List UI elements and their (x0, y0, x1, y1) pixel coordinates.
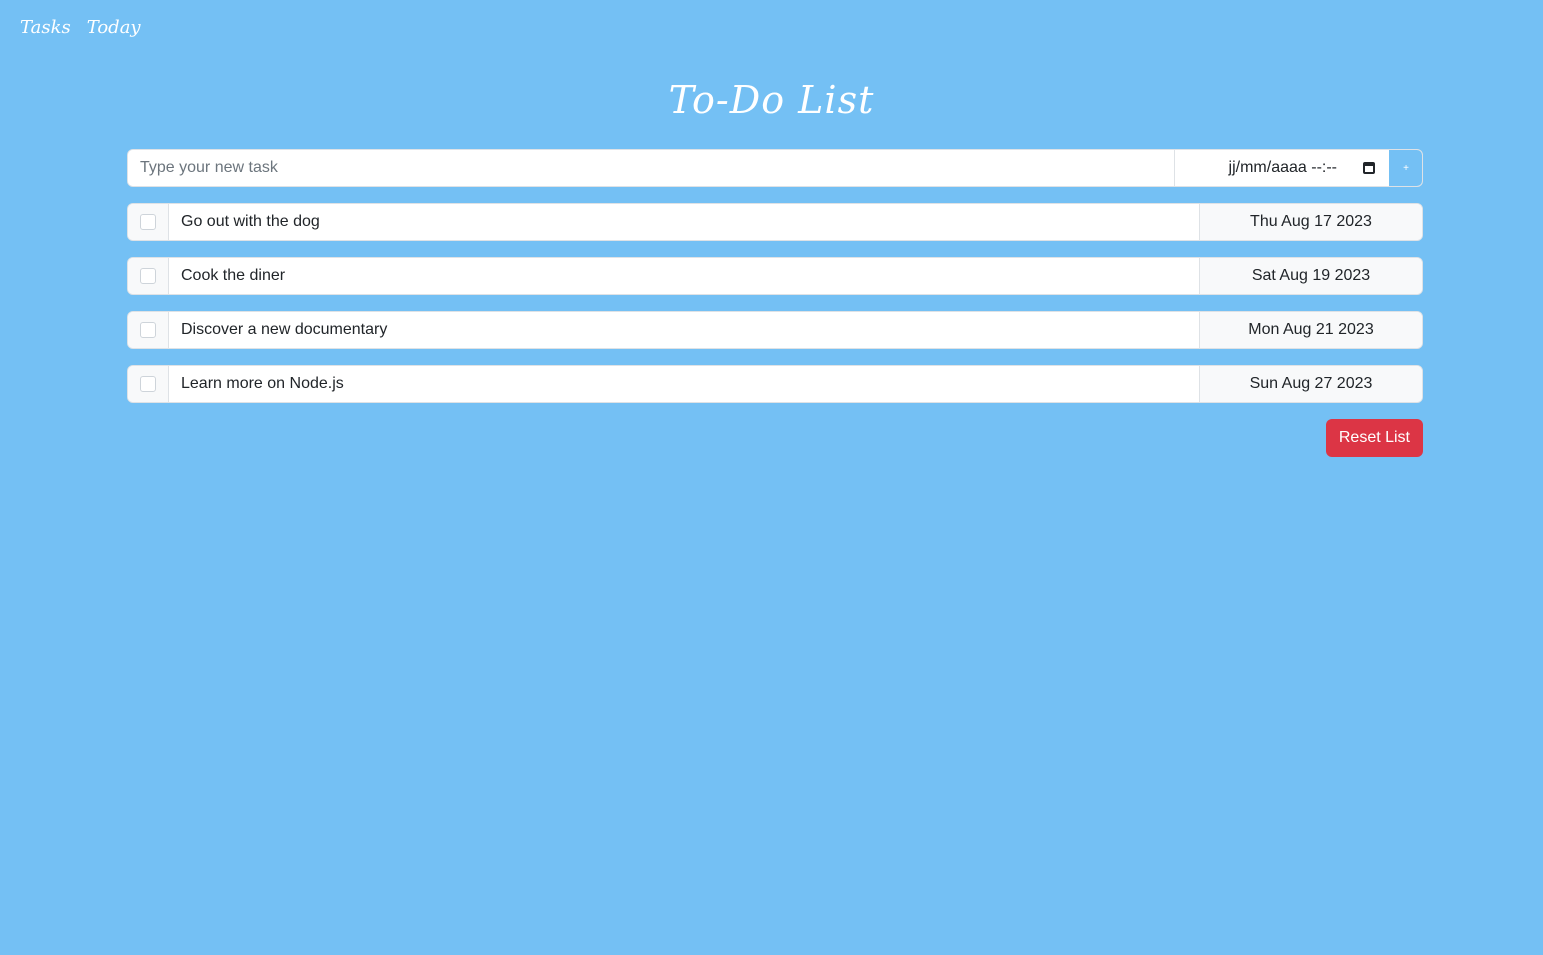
task-row: Learn more on Node.js Sun Aug 27 2023 (127, 365, 1423, 403)
new-task-form: jj/mm/aaaa --:-- + (127, 149, 1423, 187)
task-check-cell (128, 312, 169, 348)
task-date: Sat Aug 19 2023 (1199, 258, 1422, 294)
task-text: Discover a new documentary (181, 321, 388, 338)
top-nav: Tasks Today (20, 17, 141, 38)
reset-list-button[interactable]: Reset List (1325, 419, 1423, 457)
new-task-input[interactable] (128, 150, 1174, 186)
task-checkbox[interactable] (140, 376, 156, 392)
task-check-cell (128, 204, 169, 240)
task-text: Cook the diner (181, 267, 286, 284)
page-title: To-Do List (668, 78, 875, 122)
task-check-cell (128, 366, 169, 402)
task-check-cell (128, 258, 169, 294)
task-date: Thu Aug 17 2023 (1199, 204, 1422, 240)
task-row: Discover a new documentary Mon Aug 21 20… (127, 311, 1423, 349)
task-text: Learn more on Node.js (181, 375, 344, 392)
reset-row: Reset List (127, 419, 1423, 457)
task-text: Go out with the dog (181, 213, 320, 230)
task-row: Go out with the dog Thu Aug 17 2023 (127, 203, 1423, 241)
nav-link-tasks[interactable]: Tasks (20, 17, 71, 38)
add-task-button[interactable]: + (1389, 150, 1422, 186)
date-placeholder: jj/mm/aaaa --:-- (1228, 159, 1337, 176)
task-checkbox[interactable] (140, 322, 156, 338)
task-checkbox[interactable] (140, 214, 156, 230)
task-date: Sun Aug 27 2023 (1199, 366, 1422, 402)
new-task-date-input[interactable]: jj/mm/aaaa --:-- (1174, 150, 1389, 186)
calendar-icon[interactable] (1363, 162, 1375, 174)
nav-link-today[interactable]: Today (87, 17, 141, 38)
todo-container: jj/mm/aaaa --:-- + Go out with the dog T… (127, 149, 1423, 457)
task-row: Cook the diner Sat Aug 19 2023 (127, 257, 1423, 295)
task-date: Mon Aug 21 2023 (1199, 312, 1422, 348)
task-checkbox[interactable] (140, 268, 156, 284)
